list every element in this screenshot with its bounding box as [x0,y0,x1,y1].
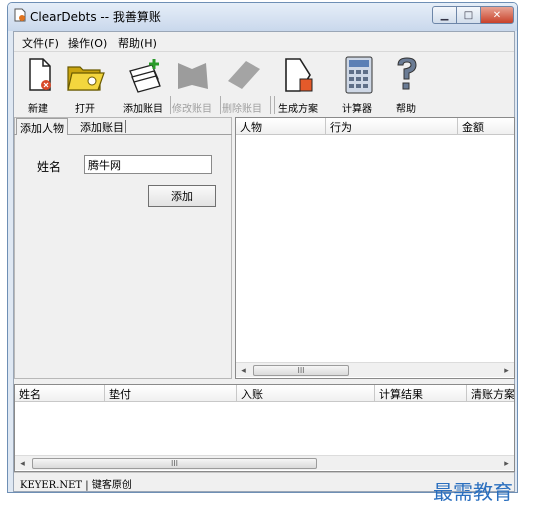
calculator-icon[interactable] [338,55,380,95]
toolbar-separator [220,96,221,114]
help-icon[interactable] [386,55,428,95]
toolbar-open-label[interactable]: 打开 [75,100,95,115]
menu-help[interactable]: 帮助(H) [118,35,157,51]
toolbar-delete-entry-label: 删除账目 [222,104,262,115]
toolbar-separator [270,96,271,114]
window-title: ClearDebts -- 我善算账 [30,10,161,24]
maximize-icon: □ [463,9,474,21]
generate-plan-icon[interactable] [278,55,320,95]
column-name[interactable]: 姓名 [15,385,105,402]
results-horizontal-scrollbar[interactable]: ◂ III ▸ [15,455,514,470]
scroll-left-icon[interactable]: ◂ [15,456,30,471]
edit-entry-icon [178,63,208,89]
column-advance[interactable]: 垫付 [105,385,237,402]
toolbar-calculator-label[interactable]: 计算器 [342,100,372,115]
new-file-icon[interactable] [18,55,60,95]
add-entry-icon[interactable] [124,55,166,95]
scroll-thumb[interactable]: III [32,458,317,469]
name-field[interactable] [84,155,212,174]
toolbar-add-entry-label[interactable]: 添加账目 [123,100,163,115]
minimize-icon: ▁ [440,9,449,21]
horizontal-scrollbar[interactable]: ◂ III ▸ [236,362,514,377]
column-plan[interactable]: 清账方案 [467,385,514,402]
close-button[interactable]: ✕ [480,6,514,24]
results-list[interactable]: 姓名 垫付 入账 计算结果 清账方案 ◂ III ▸ [14,384,515,472]
column-income[interactable]: 入账 [237,385,375,402]
entries-list[interactable]: 人物 行为 金额 ◂ III ▸ [235,117,515,379]
minimize-button[interactable]: ▁ [432,6,457,24]
scroll-right-icon[interactable]: ▸ [499,456,514,471]
toolbar-help-label[interactable]: 帮助 [396,100,416,115]
tab-add-account[interactable]: 添加账目 [77,118,127,135]
toolbar-edit-entry-label: 修改账目 [172,104,212,115]
toolbar-new-label[interactable]: 新建 [28,100,48,115]
delete-entry-icon [228,61,260,89]
scroll-left-icon[interactable]: ◂ [236,363,251,378]
column-action[interactable]: 行为 [326,118,458,135]
menu-file[interactable]: 文件(F) [22,35,59,51]
column-person[interactable]: 人物 [236,118,326,135]
results-header: 姓名 垫付 入账 计算结果 清账方案 [15,385,514,402]
toolbar-generate-plan-label[interactable]: 生成方案 [278,100,318,115]
add-button[interactable]: 添加 [148,185,216,207]
name-label: 姓名 [37,160,62,174]
toolbar-separator [170,96,171,114]
toolbar-separator [274,96,275,114]
scroll-thumb[interactable]: III [253,365,349,376]
column-amount[interactable]: 金额 [458,118,514,135]
folder-open-icon[interactable] [64,55,106,95]
tab-separator [125,120,126,133]
maximize-button[interactable]: □ [456,6,481,24]
app-icon [14,8,26,22]
watermark-text: 最需教育 [433,480,513,504]
menu-bar: 文件(F) 操作(O) 帮助(H) [14,32,514,51]
tab-add-person[interactable]: 添加人物 [16,118,68,135]
status-text: KEYER.NET | 键客原创 [20,480,132,491]
column-result[interactable]: 计算结果 [375,385,467,402]
close-icon: ✕ [492,9,502,21]
scroll-right-icon[interactable]: ▸ [499,363,514,378]
menu-operate[interactable]: 操作(O) [68,35,107,51]
list-header: 人物 行为 金额 [236,118,514,135]
